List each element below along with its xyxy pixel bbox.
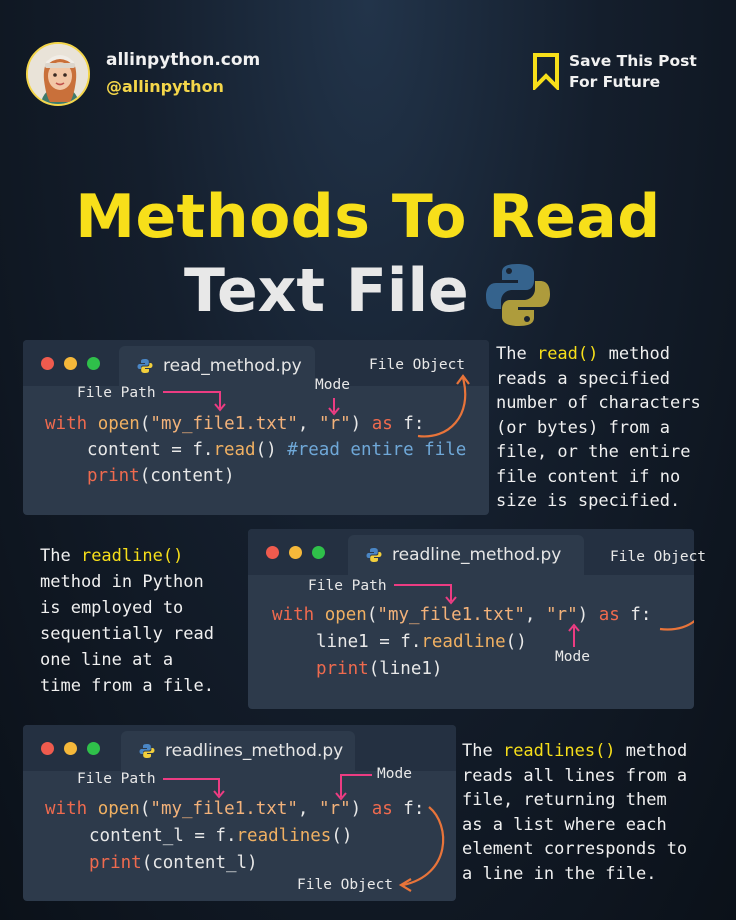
save-line-1: Save This Post xyxy=(569,52,697,70)
page-title-line-2: Text File xyxy=(184,256,469,326)
avatar xyxy=(26,42,90,106)
save-line-2: For Future xyxy=(569,73,661,91)
code-line-1: with open("my_file1.txt", "r") as f: xyxy=(272,605,652,625)
site-name: allinpython.com xyxy=(106,50,261,70)
code-line-2: content = f.read() #read entire file xyxy=(87,440,467,460)
code-card-read: read_method.py File Object File Path Mod… xyxy=(23,340,489,515)
code-line-3: print(content) xyxy=(87,466,235,486)
social-handle: @allinpython xyxy=(106,77,224,96)
avatar-illustration-icon xyxy=(28,44,88,104)
code-line-2: line1 = f.readline() xyxy=(316,632,527,652)
code-line-1: with open("my_file1.txt", "r") as f: xyxy=(45,414,425,434)
code-card-readlines: readlines_method.py File Path Mode File … xyxy=(23,725,456,901)
code-line-3: print(line1) xyxy=(316,659,443,679)
description-readline: The readline() method in Python is emplo… xyxy=(40,546,214,696)
annotation-arrows-icon xyxy=(163,774,445,892)
page-title-line-1: Methods To Read xyxy=(75,182,661,252)
python-logo-icon xyxy=(484,261,552,333)
bookmark-icon xyxy=(532,52,560,94)
description-read: The read() method reads a specified numb… xyxy=(496,344,701,511)
save-post-text: Save This Post For Future xyxy=(569,51,697,93)
description-readlines: The readlines() method reads all lines f… xyxy=(462,741,688,884)
code-line-3: print(content_l) xyxy=(89,853,258,873)
code-card-readline: readline_method.py File Object File Path… xyxy=(248,529,706,709)
code-line-1: with open("my_file1.txt", "r") as f: xyxy=(45,799,425,819)
code-line-2: content_l = f.readlines() xyxy=(89,826,353,846)
